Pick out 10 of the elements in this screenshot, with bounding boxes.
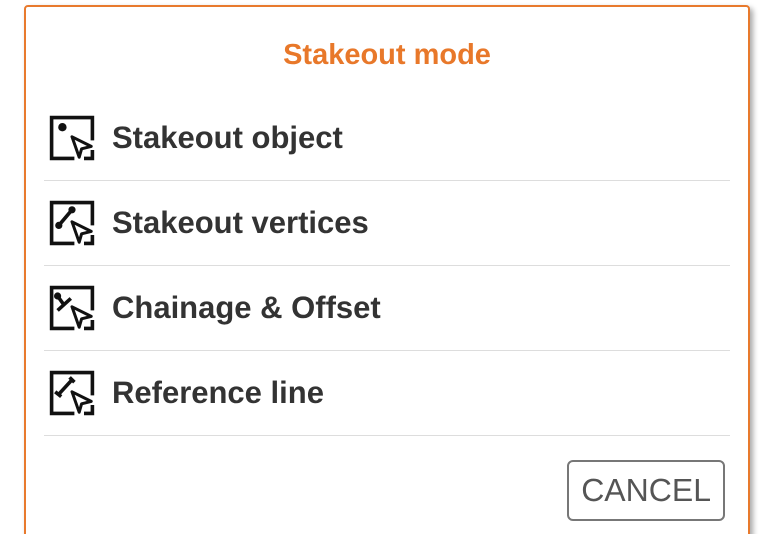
menu-item[interactable]: Reference line: [44, 351, 730, 436]
point-cursor-icon: [48, 114, 96, 162]
offset-cursor-icon: [48, 284, 96, 332]
menu-item[interactable]: Chainage & Offset: [44, 266, 730, 351]
menu-item[interactable]: Stakeout object: [44, 96, 730, 181]
cancel-button[interactable]: CANCEL: [567, 460, 725, 521]
dialog-title: Stakeout mode: [282, 38, 492, 73]
segment-cursor-icon: [48, 199, 96, 247]
line-cursor-icon: [48, 369, 96, 417]
menu-item[interactable]: Stakeout vertices: [44, 181, 730, 266]
